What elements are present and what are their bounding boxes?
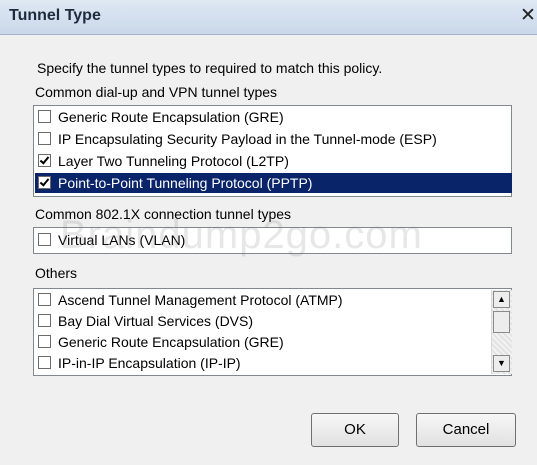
list-item-label: Bay Dial Virtual Services (DVS): [58, 313, 254, 329]
list-item-label: Point-to-Point Tunneling Protocol (PPTP): [58, 175, 313, 191]
checkbox[interactable]: [38, 132, 51, 145]
list-item-label: IP-in-IP Encapsulation (IP-IP): [58, 355, 241, 371]
list-item-label: Generic Route Encapsulation (GRE): [58, 334, 284, 350]
scroll-down-icon[interactable]: ▼: [493, 355, 510, 372]
dialup-group-label: Common dial-up and VPN tunnel types: [35, 84, 278, 100]
others-group-label: Others: [35, 265, 78, 281]
close-icon[interactable]: ✕: [519, 4, 537, 28]
checkbox[interactable]: [38, 110, 51, 123]
others-scrollbar[interactable]: ▲ ▼: [491, 290, 512, 374]
dialup-tunnel-list[interactable]: Generic Route Encapsulation (GRE) IP Enc…: [33, 105, 512, 197]
checkbox[interactable]: [38, 356, 51, 369]
list-item[interactable]: IP-in-IP Encapsulation (IP-IP): [35, 353, 490, 373]
list-item-label: Generic Route Encapsulation (GRE): [58, 109, 284, 125]
others-tunnel-list[interactable]: Ascend Tunnel Management Protocol (ATMP)…: [33, 288, 512, 376]
scroll-thumb[interactable]: [493, 311, 510, 333]
list-item[interactable]: Generic Route Encapsulation (GRE): [35, 107, 512, 127]
list-item[interactable]: IP Encapsulating Security Payload in the…: [35, 129, 512, 149]
checkbox[interactable]: [38, 293, 51, 306]
checkbox[interactable]: [38, 176, 51, 189]
list-item[interactable]: Point-to-Point Tunneling Protocol (PPTP): [35, 173, 512, 193]
list-item-label: Ascend Tunnel Management Protocol (ATMP): [58, 292, 343, 308]
list-item[interactable]: Layer Two Tunneling Protocol (L2TP): [35, 151, 512, 171]
watermark: Braindump2go.com: [60, 213, 423, 257]
checkbox[interactable]: [38, 314, 51, 327]
cancel-button[interactable]: Cancel: [416, 413, 516, 447]
checkbox[interactable]: [38, 335, 51, 348]
list-item[interactable]: Bay Dial Virtual Services (DVS): [35, 311, 490, 331]
list-item[interactable]: Generic Route Encapsulation (GRE): [35, 332, 490, 352]
window-title: Tunnel Type: [9, 7, 101, 24]
scroll-up-icon[interactable]: ▲: [493, 291, 510, 308]
checkbox[interactable]: [38, 233, 51, 246]
list-item-label: Layer Two Tunneling Protocol (L2TP): [58, 153, 289, 169]
checkbox[interactable]: [38, 154, 51, 167]
list-item[interactable]: Ascend Tunnel Management Protocol (ATMP): [35, 290, 490, 310]
list-item-label: IP Encapsulating Security Payload in the…: [58, 131, 437, 147]
ok-button[interactable]: OK: [311, 413, 399, 447]
intro-text: Specify the tunnel types to required to …: [37, 60, 383, 76]
title-bar: Tunnel Type ✕: [0, 0, 537, 35]
